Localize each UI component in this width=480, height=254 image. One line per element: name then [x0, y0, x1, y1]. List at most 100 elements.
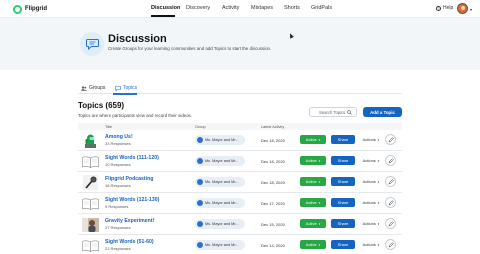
- status-dropdown[interactable]: Active ▾: [300, 156, 326, 165]
- status-dropdown[interactable]: Active ▾: [300, 219, 326, 228]
- chevron-down-icon: ▾: [377, 179, 380, 184]
- share-button[interactable]: Share: [331, 135, 355, 144]
- topic-thumbnail[interactable]: [82, 154, 99, 169]
- pencil-icon: [388, 199, 394, 205]
- group-chip[interactable]: Ms. Mayor and Mr...: [195, 198, 245, 208]
- chevron-down-icon: ▾: [318, 200, 321, 205]
- group-name: Ms. Mayor and Mr...: [205, 201, 239, 205]
- group-chip[interactable]: Ms. Mayor and Mr...: [195, 156, 245, 166]
- chevron-down-icon: ▾: [377, 242, 380, 247]
- actions-dropdown[interactable]: Actions ▾: [360, 156, 382, 165]
- tab-topics[interactable]: Topics: [115, 85, 137, 91]
- search-input[interactable]: Search Topics: [309, 107, 357, 117]
- actions-label: Actions: [362, 158, 376, 163]
- help-button[interactable]: ? Help: [436, 5, 453, 11]
- column-latest-activity[interactable]: Latest Activity: [261, 125, 284, 129]
- nav-activity[interactable]: Activity: [222, 5, 239, 11]
- actions-dropdown[interactable]: Actions ▾: [360, 177, 382, 186]
- share-button[interactable]: Share: [331, 240, 355, 249]
- actions-dropdown[interactable]: Actions ▾: [360, 219, 382, 228]
- status-dropdown[interactable]: Active ▾: [300, 135, 326, 144]
- actions-dropdown[interactable]: Actions ▾: [360, 135, 382, 144]
- flipgrid-logo-icon: [13, 4, 22, 14]
- avatar[interactable]: [457, 3, 468, 14]
- group-name: Ms. Mayor and Mr...: [205, 159, 239, 163]
- page-subtitle: Create Groups for your learning communit…: [108, 46, 272, 51]
- chevron-down-icon: ▾: [377, 221, 380, 226]
- column-group[interactable]: Group: [195, 125, 206, 129]
- actions-dropdown[interactable]: Actions ▾: [360, 240, 382, 249]
- status-label: Active: [305, 200, 317, 205]
- tab-groups-label: Groups: [89, 85, 106, 91]
- actions-label: Actions: [362, 137, 376, 142]
- group-chip[interactable]: Ms. Mayor and Mr...: [195, 240, 245, 250]
- edit-button[interactable]: [385, 239, 396, 250]
- nav-discussion[interactable]: Discussion: [151, 5, 180, 11]
- actions-label: Actions: [362, 200, 376, 205]
- chevron-down-icon: ▾: [318, 137, 321, 142]
- latest-activity-date: Dec 15, 2020: [261, 222, 285, 227]
- share-button[interactable]: Share: [331, 177, 355, 186]
- topic-thumbnail[interactable]: [82, 196, 99, 211]
- edit-button[interactable]: [385, 218, 396, 229]
- edit-button[interactable]: [385, 197, 396, 208]
- table-row: Sight Words (51-60) 22 Responses Ms. Mayor…: [78, 235, 402, 254]
- group-chip[interactable]: Ms. Mayor and Mr...: [195, 219, 245, 229]
- group-chip[interactable]: Ms. Mayor and Mr...: [195, 177, 245, 187]
- edit-button[interactable]: [385, 155, 396, 166]
- nav-shorts[interactable]: Shorts: [284, 5, 300, 11]
- actions-label: Actions: [362, 179, 376, 184]
- nav-gridpals[interactable]: GridPals: [311, 5, 332, 11]
- group-avatar-icon: [197, 221, 203, 227]
- chevron-down-icon: ▾: [377, 200, 380, 205]
- actions-dropdown[interactable]: Actions ▾: [360, 198, 382, 207]
- active-nav-indicator: [151, 15, 175, 17]
- page-title: Discussion: [108, 33, 167, 45]
- logo-text: Flipgrid: [25, 6, 47, 12]
- top-navigation: Flipgrid Discussion Discovery Activity M…: [0, 0, 480, 18]
- chevron-down-icon: ▾: [377, 158, 380, 163]
- topic-thumbnail[interactable]: [82, 133, 99, 148]
- status-dropdown[interactable]: Active ▾: [300, 198, 326, 207]
- nav-mixtapes[interactable]: Mixtapes: [251, 5, 273, 11]
- topic-thumbnail[interactable]: [82, 175, 99, 190]
- flipgrid-logo[interactable]: Flipgrid: [13, 4, 47, 14]
- share-button[interactable]: Share: [331, 156, 355, 165]
- topic-thumbnail[interactable]: [82, 238, 99, 253]
- topic-title-link[interactable]: Sight Words (111-120): [105, 155, 159, 161]
- discussion-icon: [80, 32, 104, 56]
- topics-subtitle: Topics are where participants view and r…: [78, 113, 192, 118]
- group-name: Ms. Mayor and Mr...: [205, 180, 239, 184]
- group-name: Ms. Mayor and Mr...: [205, 222, 239, 226]
- status-dropdown[interactable]: Active ▾: [300, 177, 326, 186]
- chevron-down-icon: ▾: [318, 179, 321, 184]
- response-count: 9 Responses: [105, 204, 129, 209]
- add-topic-button[interactable]: Add a Topic: [363, 107, 402, 117]
- topic-title-link[interactable]: Gravity Experiment!: [105, 218, 154, 224]
- chevron-down-icon[interactable]: ▾: [470, 7, 472, 12]
- column-title[interactable]: Title: [105, 125, 112, 129]
- group-avatar-icon: [197, 242, 203, 248]
- edit-button[interactable]: [385, 134, 396, 145]
- topic-thumbnail[interactable]: [82, 217, 99, 232]
- pencil-icon: [388, 241, 394, 247]
- share-button[interactable]: Share: [331, 198, 355, 207]
- topic-title-link[interactable]: Sight Words (121-130): [105, 197, 159, 203]
- pencil-icon: [388, 136, 394, 142]
- group-chip[interactable]: Ms. Mayor and Mr...: [195, 135, 245, 145]
- nav-discovery[interactable]: Discovery: [186, 5, 210, 11]
- edit-button[interactable]: [385, 176, 396, 187]
- chevron-down-icon: ▾: [318, 242, 321, 247]
- status-label: Active: [305, 137, 317, 142]
- status-label: Active: [305, 158, 317, 163]
- pencil-icon: [388, 220, 394, 226]
- search-placeholder: Search Topics: [319, 109, 346, 115]
- table-row: Among Us! 33 Responses Ms. Mayor and Mr...…: [78, 130, 402, 151]
- topic-title-link[interactable]: Among Us!: [105, 134, 133, 140]
- topic-title-link[interactable]: Flipgrid Podcasting: [105, 176, 153, 182]
- group-avatar-icon: [197, 179, 203, 185]
- tab-groups[interactable]: Groups: [81, 85, 105, 91]
- status-dropdown[interactable]: Active ▾: [300, 240, 326, 249]
- share-button[interactable]: Share: [331, 219, 355, 228]
- topic-title-link[interactable]: Sight Words (51-60): [105, 239, 154, 245]
